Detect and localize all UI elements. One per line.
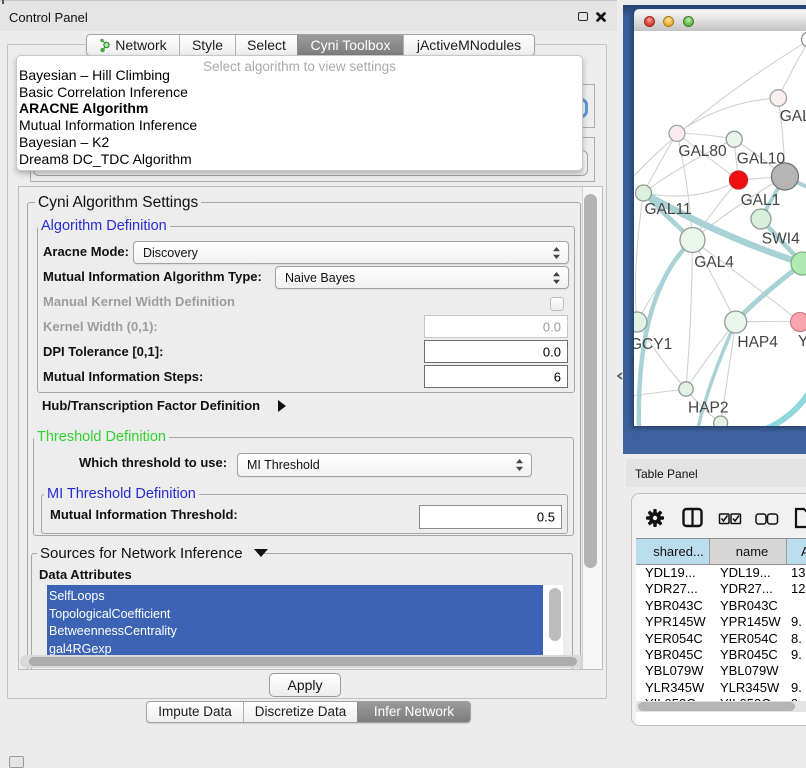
svg-text:GCY1: GCY1 bbox=[634, 336, 672, 353]
svg-text:GAL10: GAL10 bbox=[737, 151, 786, 168]
svg-text:GAL1: GAL1 bbox=[741, 192, 781, 209]
svg-text:GAL4: GAL4 bbox=[694, 254, 734, 271]
svg-text:HAP2: HAP2 bbox=[688, 400, 729, 417]
svg-text:HAP4: HAP4 bbox=[737, 334, 778, 351]
svg-text:GAL7: GAL7 bbox=[780, 108, 806, 125]
svg-text:GAL11: GAL11 bbox=[645, 201, 692, 218]
svg-text:SWI4: SWI4 bbox=[762, 231, 800, 248]
svg-text:GAL80: GAL80 bbox=[678, 143, 727, 160]
svg-text:Y: Y bbox=[798, 333, 806, 350]
